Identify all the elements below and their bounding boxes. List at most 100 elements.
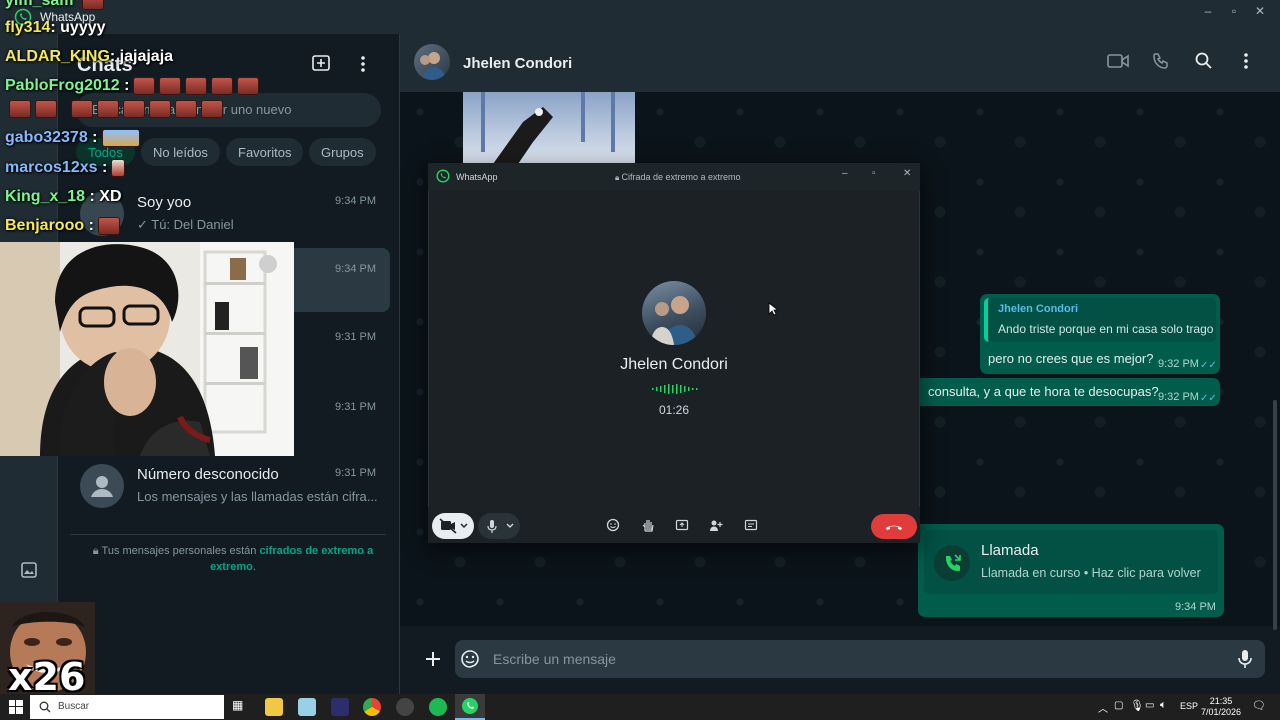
overlay-chat-line: marcos12xs : xyxy=(5,159,126,177)
call-duration: 01:26 xyxy=(658,403,690,417)
chat-preview: ✓ Tú: Del Daniel xyxy=(137,217,234,232)
overlay-chat-line: gabo32378 : xyxy=(5,129,140,147)
tray-chevron-icon[interactable]: ︿ xyxy=(1098,700,1108,715)
caller-name: Jhelen Condori xyxy=(620,356,728,373)
file-explorer-icon[interactable] xyxy=(265,698,283,716)
sticker-icon[interactable] xyxy=(459,648,481,670)
chat-menu-icon[interactable] xyxy=(1238,52,1254,70)
emote-icon xyxy=(9,100,31,118)
call-encryption-label: 🔒︎ Cifrada de extremo a extremo xyxy=(615,172,741,182)
emote-icon xyxy=(149,100,171,118)
emote-icon xyxy=(97,217,120,235)
chrome-icon[interactable] xyxy=(363,698,381,716)
contact-avatar[interactable] xyxy=(414,44,450,80)
message-text: pero no crees que es mejor? xyxy=(988,351,1154,366)
emote-icon xyxy=(111,159,126,177)
lock-icon: 🔒︎ xyxy=(92,545,99,557)
quoted-author: Jhelen Condori xyxy=(998,303,1079,315)
windows-start-icon[interactable] xyxy=(9,700,23,714)
call-message-card[interactable]: Llamada Llamada en curso • Haz clic para… xyxy=(918,524,1224,617)
call-window xyxy=(428,163,920,543)
read-receipt-icon: ✓✓ xyxy=(1200,360,1217,371)
minimize-button[interactable]: – xyxy=(1195,4,1221,22)
call-chat-icon[interactable] xyxy=(744,518,758,532)
camera-toggle-button[interactable] xyxy=(432,513,474,539)
app-icon[interactable] xyxy=(331,698,349,716)
chat-scrollbar[interactable] xyxy=(1273,400,1277,630)
emoji-reaction-icon[interactable] xyxy=(606,518,620,532)
call-maximize-button[interactable]: ▫ xyxy=(872,168,876,179)
clock-time: 21:35 xyxy=(1209,696,1233,706)
microphone-toggle-button[interactable] xyxy=(478,513,520,539)
emote-icon xyxy=(211,77,234,95)
call-card-title: Llamada xyxy=(981,542,1039,559)
message-time: 9:32 PM xyxy=(1158,358,1199,370)
overlay-chat-line: fly314: uyyyy xyxy=(5,19,106,36)
read-receipt-icon: ✓✓ xyxy=(1200,393,1217,404)
emote-icon xyxy=(101,129,140,147)
emote-icon xyxy=(237,77,260,95)
emote-icon xyxy=(71,100,93,118)
filter-favoritos[interactable]: Favoritos xyxy=(226,138,304,166)
search-icon[interactable] xyxy=(1195,52,1213,70)
add-participant-icon[interactable] xyxy=(709,518,723,532)
message-bubble[interactable]: consulta, y a que te hora te desocupas? … xyxy=(920,378,1220,406)
mouse-cursor-icon xyxy=(768,302,778,316)
task-view-icon[interactable]: ▦ xyxy=(232,698,250,716)
chat-time: 9:31 PM xyxy=(335,467,376,479)
emote-icon xyxy=(81,0,104,10)
emote-icon xyxy=(185,77,208,95)
tray-monitor-icon[interactable]: ▭ xyxy=(1145,700,1154,711)
maximize-button[interactable]: ▫ xyxy=(1221,4,1247,22)
overlay-chat-line: ylm_sam xyxy=(5,0,104,10)
media-icon[interactable] xyxy=(19,560,39,580)
tray-mic-icon[interactable]: 🎙︎ xyxy=(1130,699,1144,712)
microphone-icon[interactable] xyxy=(1237,649,1253,669)
default-avatar-icon xyxy=(80,464,124,508)
emote-multiplier: x26 xyxy=(8,655,86,699)
volume-icon[interactable]: 🔈︎ xyxy=(1160,699,1167,712)
screen-share-icon[interactable] xyxy=(675,518,689,532)
message-reply-bubble[interactable]: Jhelen Condori Ando triste porque en mi … xyxy=(980,294,1220,374)
whatsapp-taskbar-button[interactable] xyxy=(455,694,485,720)
new-chat-icon[interactable] xyxy=(311,54,331,72)
chat-time: 9:31 PM xyxy=(335,331,376,343)
chat-row-unknown[interactable]: Número desconocido 9:31 PM Los mensajes … xyxy=(70,452,390,518)
filter-no-leidos[interactable]: No leídos xyxy=(141,138,220,166)
overlay-chat-line: ALDAR_KING: jajajaja xyxy=(5,48,174,65)
taskbar-clock[interactable]: 21:35 7/01/2026 xyxy=(1196,696,1246,718)
video-call-icon[interactable] xyxy=(1107,52,1129,70)
chat-name: Número desconocido xyxy=(137,466,279,483)
quoted-text: Ando triste porque en mi casa solo trago xyxy=(998,322,1214,336)
end-call-button[interactable] xyxy=(871,514,917,539)
menu-icon[interactable] xyxy=(355,55,371,73)
chat-time: 9:34 PM xyxy=(335,195,376,207)
message-time: 9:32 PM xyxy=(1158,391,1199,403)
spotify-icon[interactable] xyxy=(429,698,447,716)
tray-app-icon[interactable]: ▢ xyxy=(1114,700,1123,711)
contact-name[interactable]: Jhelen Condori xyxy=(463,55,572,72)
taskbar-search[interactable]: Buscar xyxy=(30,695,224,719)
quoted-message[interactable]: Jhelen Condori Ando triste porque en mi … xyxy=(984,298,1216,342)
filter-grupos[interactable]: Grupos xyxy=(309,138,376,166)
voice-call-icon[interactable] xyxy=(1152,52,1170,70)
notes-app-icon[interactable] xyxy=(298,698,316,716)
emote-icon xyxy=(201,100,223,118)
close-button[interactable]: ✕ xyxy=(1247,4,1273,22)
call-close-button[interactable]: ✕ xyxy=(903,168,911,179)
clock-date: 7/01/2026 xyxy=(1200,707,1242,717)
caller-avatar xyxy=(642,281,706,345)
raise-hand-icon[interactable] xyxy=(641,518,655,532)
message-input[interactable]: Escribe un mensaje xyxy=(455,640,1265,678)
image-message[interactable] xyxy=(463,92,635,164)
notification-icon[interactable]: 🗨︎ xyxy=(1252,699,1266,712)
overlay-chat-line: King_x_18 : XD xyxy=(5,188,122,205)
message-text: consulta, y a que te hora te desocupas? xyxy=(928,384,1159,399)
active-call-icon xyxy=(934,545,970,581)
call-card-body[interactable]: Llamada Llamada en curso • Haz clic para… xyxy=(924,530,1218,594)
obs-icon[interactable] xyxy=(396,698,414,716)
call-minimize-button[interactable]: – xyxy=(842,168,848,179)
attach-plus-icon[interactable] xyxy=(424,650,442,668)
emote-icon xyxy=(97,100,119,118)
webcam-overlay xyxy=(0,242,294,456)
